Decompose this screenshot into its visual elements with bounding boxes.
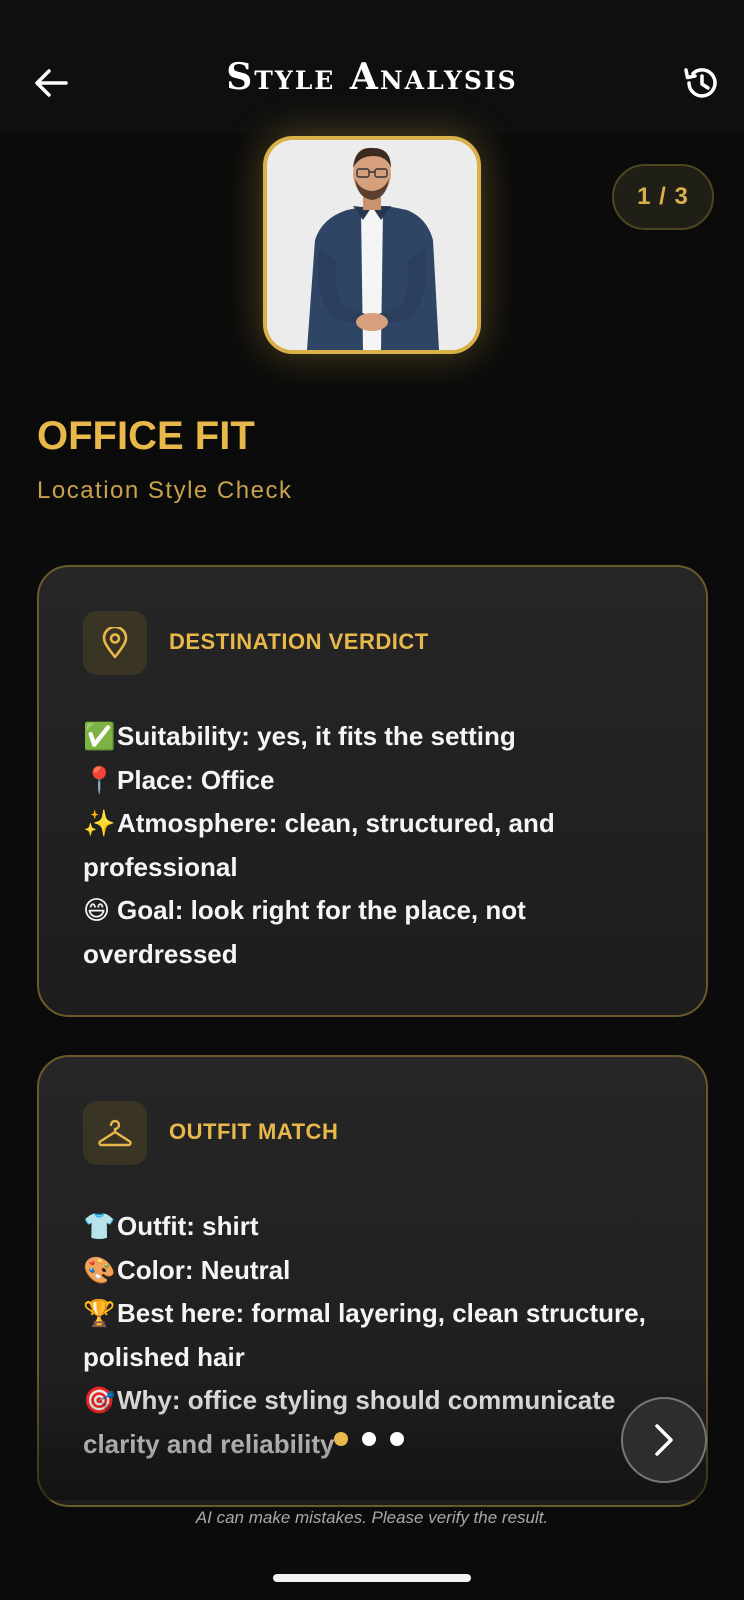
ai-disclaimer: AI can make mistakes. Please verify the … — [195, 1508, 549, 1527]
list-item: 🎯Why: office styling should communicate … — [83, 1379, 666, 1466]
user-photo — [263, 136, 481, 354]
list-item: 😄 Goal: look right for the place, not ove… — [83, 889, 666, 976]
palette-emoji-icon: 🎨 — [83, 1254, 116, 1285]
pagination-dots — [334, 1432, 404, 1446]
pin-emoji-icon: 📍 — [83, 764, 116, 795]
list-item: 📍Place: Office — [83, 759, 666, 803]
list-item: 🎨Color: Neutral — [83, 1249, 666, 1293]
list-item: ✨Atmosphere: clean, structured, and prof… — [83, 802, 666, 889]
list-item: 🏆Best here: formal layering, clean struc… — [83, 1292, 666, 1379]
chevron-right-icon — [655, 1424, 673, 1456]
section-title: OFFICE FIT — [37, 414, 255, 458]
page-counter: 1 / 3 — [612, 164, 714, 230]
card-icon-badge — [83, 611, 147, 675]
hanger-icon — [98, 1119, 132, 1147]
check-emoji-icon: ✅ — [83, 721, 116, 751]
home-indicator[interactable] — [273, 1574, 471, 1582]
pagination-dot[interactable] — [362, 1432, 376, 1446]
target-emoji-icon: 🎯 — [83, 1385, 116, 1415]
list-item-text: Best here: formal layering, clean struct… — [83, 1298, 646, 1372]
card-heading: OUTFIT MATCH — [169, 1119, 339, 1144]
list-item-text: Why: office styling should communicate c… — [83, 1385, 616, 1459]
list-item-text: Color: Neutral — [117, 1254, 291, 1285]
card-content: 👕Outfit: shirt 🎨Color: Neutral 🏆Best her… — [83, 1205, 666, 1466]
trophy-emoji-icon: 🏆 — [83, 1298, 116, 1328]
location-pin-icon — [102, 627, 128, 659]
list-item-text: Place: Office — [117, 764, 275, 795]
destination-verdict-card: DESTINATION VERDICT ✅Suitability: yes, i… — [37, 565, 708, 1017]
list-item-text: Suitability: yes, it fits the setting — [117, 721, 516, 751]
list-item-text: Goal: look right for the place, not over… — [83, 895, 526, 969]
card-icon-badge — [83, 1101, 147, 1165]
history-icon — [684, 68, 717, 98]
pagination-dot-active[interactable] — [334, 1432, 348, 1446]
card-content: ✅Suitability: yes, it fits the setting 📍… — [83, 715, 666, 976]
top-bar: Style Analysis — [0, 0, 744, 134]
history-button[interactable] — [678, 60, 724, 106]
card-heading: DESTINATION VERDICT — [169, 629, 429, 654]
section-subtitle: Location Style Check — [37, 477, 293, 504]
smile-emoji-icon: 😄 — [83, 895, 111, 925]
list-item: 👕Outfit: shirt — [83, 1205, 666, 1249]
list-item-text: Outfit: shirt — [117, 1211, 259, 1241]
pagination-dot[interactable] — [390, 1432, 404, 1446]
shirt-emoji-icon: 👕 — [83, 1211, 116, 1241]
page-title: Style Analysis — [226, 56, 518, 98]
next-button[interactable] — [621, 1397, 707, 1483]
person-illustration — [267, 140, 477, 350]
list-item: ✅Suitability: yes, it fits the setting — [83, 715, 666, 759]
sparkles-emoji-icon: ✨ — [83, 808, 116, 838]
list-item-text: Atmosphere: clean, structured, and profe… — [83, 808, 555, 882]
